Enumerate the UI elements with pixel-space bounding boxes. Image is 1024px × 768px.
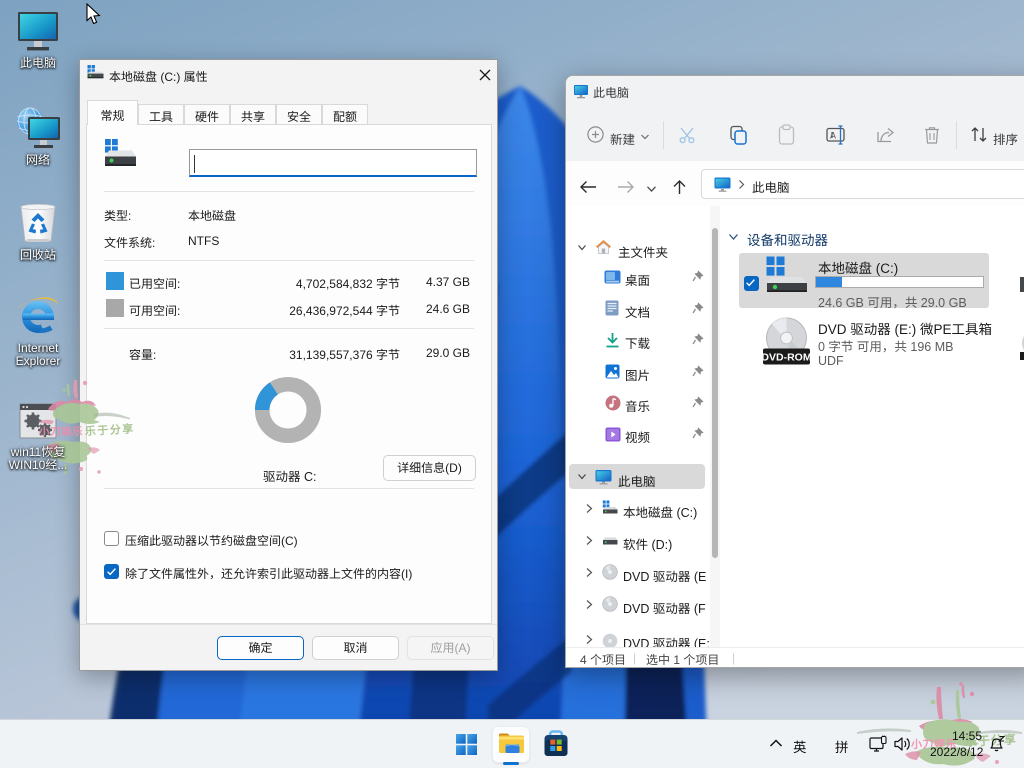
svg-text:小刀娱乐: 小刀娱乐	[38, 424, 83, 439]
svg-text:DVD-ROM: DVD-ROM	[763, 352, 810, 364]
svg-text:A: A	[830, 131, 836, 141]
svg-text:乐于分享: 乐于分享	[84, 420, 135, 439]
